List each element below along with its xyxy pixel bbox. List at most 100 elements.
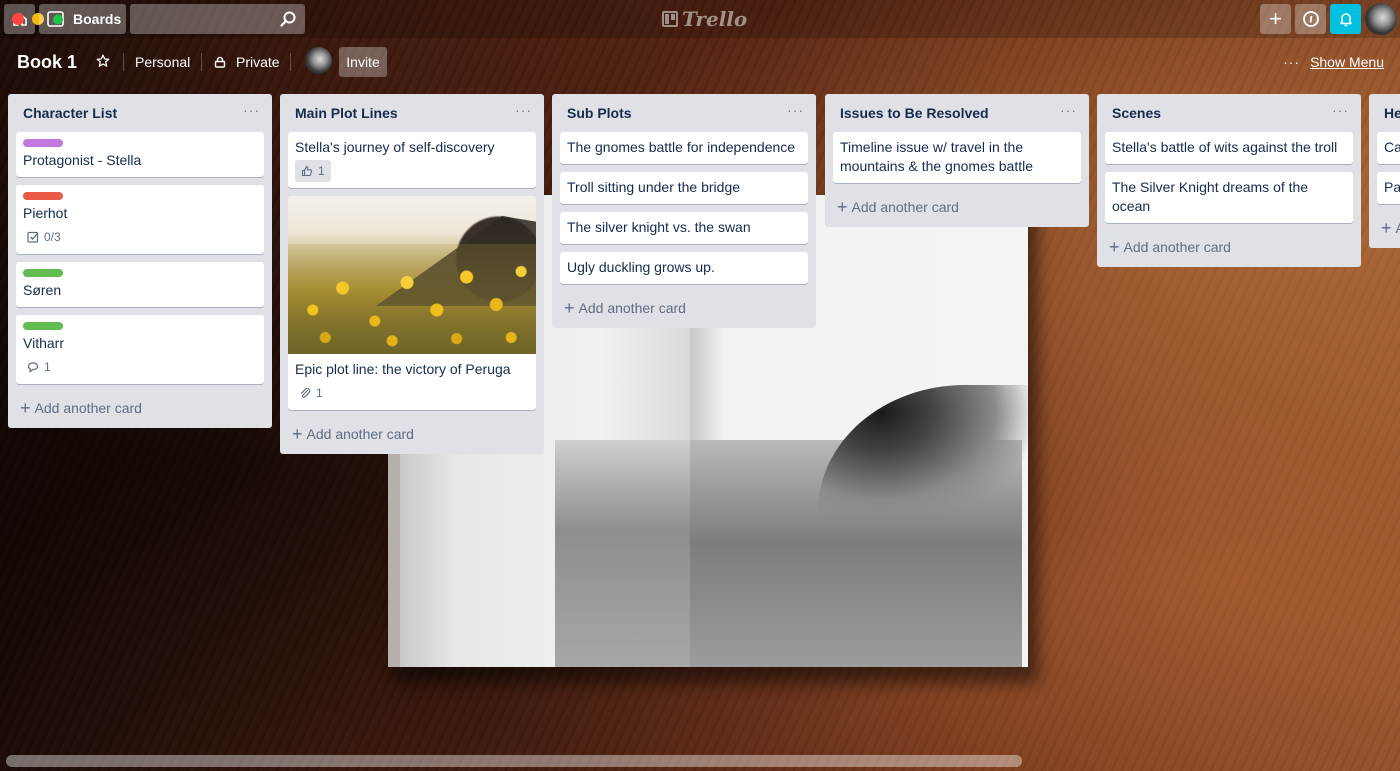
list-issues-to-be-resolved: Issues to Be Resolved ··· Timeline issue… — [825, 94, 1089, 227]
star-board-button[interactable] — [96, 54, 110, 68]
team-label: Personal — [135, 54, 191, 70]
card[interactable]: The gnomes battle for independence — [560, 132, 808, 164]
horizontal-scrollbar[interactable] — [6, 755, 1022, 767]
boards-icon — [47, 11, 64, 27]
list-title[interactable]: He — [1384, 105, 1400, 121]
card-title: Stella's battle of wits against the trol… — [1112, 139, 1338, 155]
card[interactable]: Pierhot 0/3 — [16, 185, 264, 254]
list-header[interactable]: Character List ··· — [16, 94, 264, 132]
list-menu-icon[interactable]: ··· — [787, 102, 804, 118]
card[interactable]: Vitharr 1 — [16, 315, 264, 384]
card[interactable]: Epic plot line: the victory of Peruga 1 — [288, 196, 536, 410]
board-title[interactable]: Book 1 — [17, 52, 77, 73]
list-main-plot-lines: Main Plot Lines ··· Stella's journey of … — [280, 94, 544, 454]
card-title: Ca — [1384, 139, 1400, 155]
card[interactable]: Ca — [1377, 132, 1400, 164]
list-menu-icon[interactable]: ··· — [1332, 102, 1349, 118]
cover-flowers — [288, 244, 536, 354]
add-card-label: Add another card — [851, 199, 959, 215]
card-title: Søren — [23, 282, 62, 298]
card-badges: 0/3 — [23, 227, 256, 247]
boards-button[interactable]: Boards — [39, 4, 126, 34]
list-header[interactable]: Issues to Be Resolved ··· — [833, 94, 1081, 132]
lock-icon — [214, 56, 226, 68]
list-menu-icon[interactable]: ··· — [243, 102, 260, 118]
show-menu-button[interactable]: ··· Show Menu — [1283, 54, 1384, 70]
checklist-count: 0/3 — [44, 229, 61, 244]
card-badges: 1 — [23, 357, 256, 377]
votes-count: 1 — [318, 163, 325, 178]
votes-badge[interactable]: 1 — [295, 160, 331, 182]
sea-image-left — [555, 440, 690, 667]
member-avatar[interactable] — [305, 47, 332, 74]
add-card-button[interactable]: + Add another card — [1105, 231, 1353, 259]
checklist-badge: 0/3 — [23, 227, 65, 247]
card[interactable]: Ugly duckling grows up. — [560, 252, 808, 284]
card[interactable]: The Silver Knight dreams of the ocean — [1105, 172, 1353, 223]
card[interactable]: Stella's journey of self-discovery 1 — [288, 132, 536, 188]
plus-icon: + — [20, 398, 31, 418]
comment-icon — [27, 362, 39, 373]
card-label-green — [23, 269, 63, 277]
card[interactable]: The silver knight vs. the swan — [560, 212, 808, 244]
divider — [201, 53, 202, 71]
add-card-label: Add another card — [34, 400, 142, 416]
visibility-button[interactable]: Private — [214, 54, 280, 70]
add-card-label: A — [1396, 220, 1400, 236]
add-card-button[interactable]: + Add another card — [16, 392, 264, 420]
add-card-label: Add another card — [578, 300, 686, 316]
card-title: Ugly duckling grows up. — [567, 259, 715, 275]
invite-button[interactable]: Invite — [339, 47, 387, 77]
add-card-button[interactable]: + A — [1377, 212, 1400, 240]
star-icon — [96, 54, 110, 67]
plus-icon: + — [564, 298, 575, 318]
card[interactable]: Timeline issue w/ travel in the mountain… — [833, 132, 1081, 183]
list-title[interactable]: Main Plot Lines — [295, 105, 398, 121]
list-header[interactable]: Main Plot Lines ··· — [288, 94, 536, 132]
card[interactable]: Protagonist - Stella — [16, 132, 264, 177]
add-card-button[interactable]: + Add another card — [833, 191, 1081, 219]
card-label-green — [23, 322, 63, 330]
list-menu-icon[interactable]: ··· — [515, 102, 532, 118]
notifications-button[interactable] — [1330, 4, 1361, 34]
create-button[interactable]: + — [1260, 4, 1291, 34]
info-button[interactable] — [1295, 4, 1326, 34]
team-button[interactable]: Personal — [135, 54, 190, 70]
card-title: Epic plot line: the victory of Peruga — [295, 361, 511, 377]
boards-label: Boards — [73, 11, 122, 27]
user-avatar[interactable] — [1365, 3, 1397, 35]
add-card-label: Add another card — [1123, 239, 1231, 255]
card-title: Pierhot — [23, 205, 68, 221]
card[interactable]: Stella's battle of wits against the trol… — [1105, 132, 1353, 164]
bell-icon — [1339, 13, 1352, 27]
info-icon — [1302, 11, 1319, 27]
card[interactable]: Troll sitting under the bridge — [560, 172, 808, 204]
search-input[interactable] — [130, 4, 305, 34]
trello-logo-text: Trello — [682, 7, 748, 31]
add-card-button[interactable]: + Add another card — [288, 418, 536, 446]
card-title: Troll sitting under the bridge — [567, 179, 741, 195]
card[interactable]: Søren — [16, 262, 264, 307]
card-title: The Silver Knight dreams of the ocean — [1112, 179, 1309, 214]
list-character-list: Character List ··· Protagonist - Stella … — [8, 94, 272, 428]
list-header[interactable]: Scenes ··· — [1105, 94, 1353, 132]
list-title[interactable]: Scenes — [1112, 105, 1161, 121]
card-badges: 1 — [295, 160, 528, 182]
list-header[interactable]: He — [1377, 94, 1400, 132]
card[interactable]: Pa — [1377, 172, 1400, 204]
trello-logo[interactable]: Trello — [662, 7, 747, 31]
list-header[interactable]: Sub Plots ··· — [560, 94, 808, 132]
list-title[interactable]: Sub Plots — [567, 105, 632, 121]
list-menu-icon[interactable]: ··· — [1060, 102, 1077, 118]
trello-logo-icon — [662, 11, 678, 27]
plus-icon: + — [1109, 237, 1120, 257]
plus-icon: + — [292, 424, 303, 444]
window-close-dot[interactable] — [12, 13, 24, 25]
card-badges: 1 — [295, 383, 528, 403]
card-title: Pa — [1384, 179, 1400, 195]
plus-icon: + — [1381, 218, 1392, 238]
list-title[interactable]: Character List — [23, 105, 117, 121]
add-card-button[interactable]: + Add another card — [560, 292, 808, 320]
search-icon — [280, 11, 296, 27]
list-title[interactable]: Issues to Be Resolved — [840, 105, 989, 121]
